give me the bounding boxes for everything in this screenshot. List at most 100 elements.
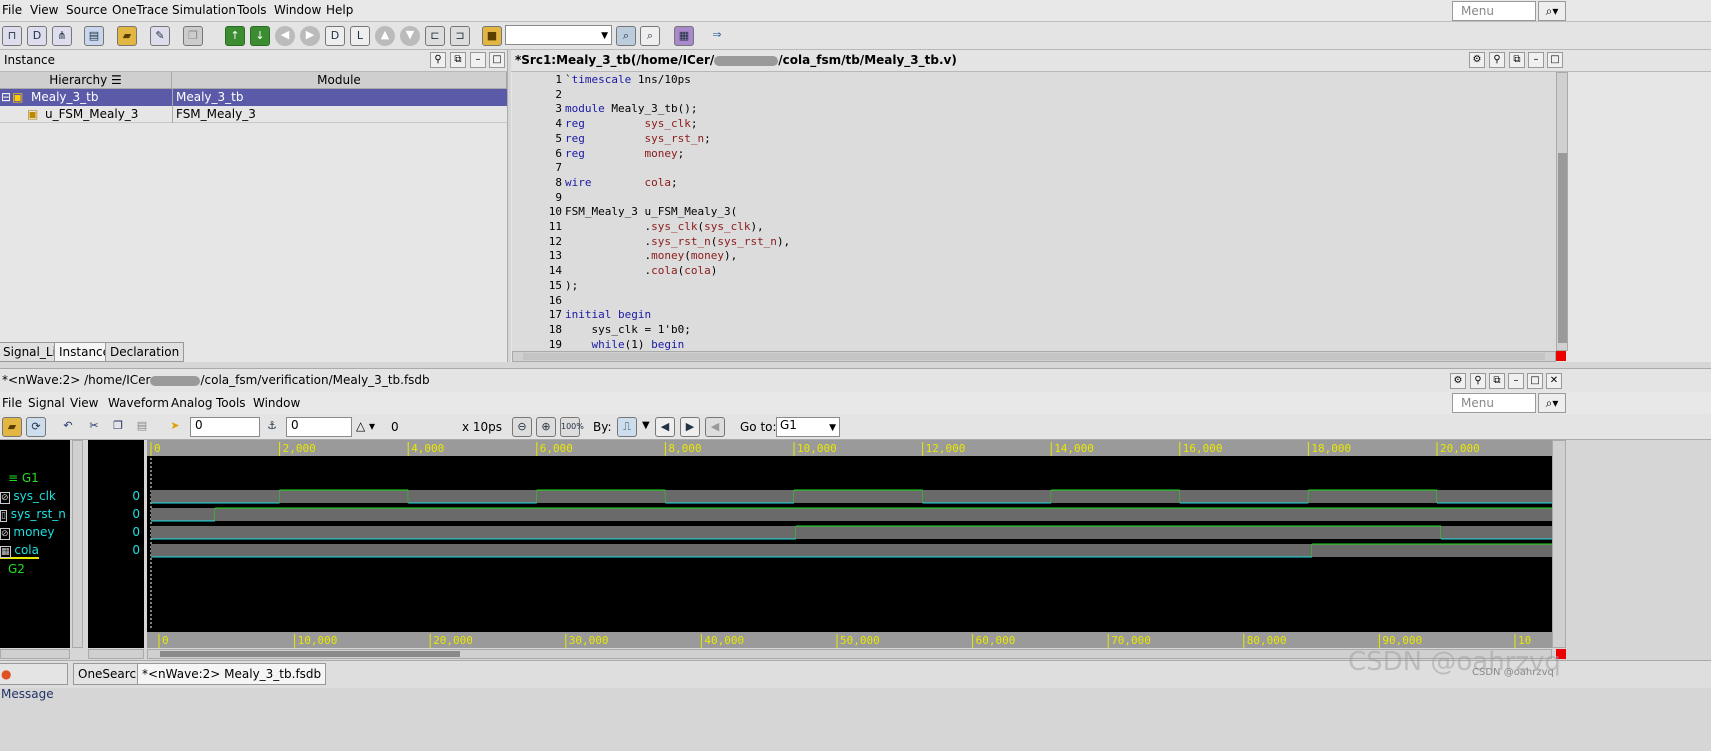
waveform-hscroll[interactable] — [147, 649, 1552, 659]
next-edge-icon[interactable]: ▶ — [680, 417, 700, 437]
find-icon[interactable]: ⌕ — [616, 26, 636, 46]
by-dropdown-icon[interactable]: ▼ — [642, 420, 650, 431]
menu-onetrace[interactable]: OneTrace — [112, 3, 168, 17]
undo-icon[interactable]: ↶ — [58, 417, 78, 437]
tab-declaration[interactable]: Declaration — [105, 342, 185, 362]
col-module[interactable]: Module — [172, 72, 507, 89]
maximize-icon[interactable]: □ — [1547, 52, 1563, 68]
wave-menu-waveform[interactable]: Waveform — [108, 396, 169, 410]
minimize-icon[interactable]: – — [470, 52, 486, 68]
menu-file[interactable]: File — [2, 3, 22, 17]
undock-icon[interactable]: ⧉ — [1509, 52, 1525, 68]
code-line[interactable]: reg sys_clk; — [565, 117, 697, 130]
group-g2[interactable]: G2 — [8, 562, 25, 576]
menu-search-icon[interactable]: ⌕▾ — [1538, 1, 1566, 21]
menu-view[interactable]: View — [30, 3, 58, 17]
maximize-icon[interactable]: □ — [489, 52, 505, 68]
prev-edge-icon[interactable]: ◀ — [655, 417, 675, 437]
signal-sys-rst-n[interactable]: ▯ sys_rst_n — [0, 507, 66, 522]
up-icon[interactable]: ▲ — [375, 26, 395, 46]
code-line[interactable]: FSM_Mealy_3 u_FSM_Mealy_3( — [565, 205, 737, 218]
code-line[interactable]: initial begin — [565, 308, 651, 321]
menu-simulation[interactable]: Simulation — [172, 3, 236, 17]
col-hierarchy[interactable]: Hierarchy ☰ — [0, 72, 172, 89]
paste-icon[interactable]: ▤ — [132, 417, 152, 437]
wave-menu-signal[interactable]: Signal — [28, 396, 65, 410]
scope-up-icon[interactable]: ⊏ — [425, 26, 445, 46]
open-folder-icon[interactable]: ▰ — [2, 417, 22, 437]
code-line[interactable]: .cola(cola) — [565, 264, 717, 277]
settings-icon[interactable]: ⚙ — [1469, 52, 1485, 68]
trace-up-icon[interactable]: ↑ — [225, 26, 245, 46]
signal-cola[interactable]: ▦ cola — [0, 543, 39, 559]
menu-window[interactable]: Window — [274, 3, 321, 17]
instance-row[interactable]: ⊟ ▣ Mealy_3_tb Mealy_3_tb — [0, 89, 507, 106]
back-arrow-icon[interactable]: ◀ — [275, 26, 295, 46]
code-line[interactable]: .sys_rst_n(sys_rst_n), — [565, 235, 790, 248]
scope-down-icon[interactable]: ⊐ — [450, 26, 470, 46]
delta-icon[interactable]: △ ▾ — [356, 419, 375, 433]
wave-menu-view[interactable]: View — [70, 396, 98, 410]
pin-icon[interactable]: ⚲ — [430, 52, 446, 68]
tab-nwave[interactable]: *<nWave:2> Mealy_3_tb.fsdb — [137, 663, 327, 685]
source-hscroll[interactable] — [512, 351, 1556, 362]
goto-select[interactable]: G1 ▼ — [776, 417, 840, 437]
properties-icon[interactable]: ▦ — [674, 26, 694, 46]
code-line[interactable]: `timescale 1ns/10ps — [565, 73, 691, 86]
signal-sys-clk[interactable]: ⊘ sys_clk — [0, 489, 56, 504]
wave-menu-search-input[interactable]: Menu — [1452, 393, 1536, 413]
wave-menu-window[interactable]: Window — [253, 396, 300, 410]
down-icon[interactable]: ▼ — [400, 26, 420, 46]
code-line[interactable]: .sys_clk(sys_clk), — [565, 220, 763, 233]
pin-icon[interactable]: ⚲ — [1489, 52, 1505, 68]
driver-icon[interactable]: D — [325, 26, 345, 46]
marker-time-input[interactable]: 0 — [286, 417, 352, 437]
undock-icon[interactable]: ⧉ — [1489, 373, 1505, 389]
collapse-icon[interactable]: ⊟ — [1, 89, 11, 106]
hierarchy-icon[interactable]: ⋔ — [52, 26, 72, 46]
undock-icon[interactable]: ⧉ — [450, 52, 466, 68]
toolbar-search-combo[interactable]: ▼ — [505, 25, 612, 45]
signal-name-vscroll[interactable] — [72, 440, 83, 648]
search-by-icon[interactable]: ⎍ — [617, 417, 637, 437]
signal-money[interactable]: ⊘ money — [0, 525, 55, 540]
menu-tools[interactable]: Tools — [237, 3, 267, 17]
name-hscroll[interactable] — [0, 649, 70, 659]
code-line[interactable]: ); — [565, 279, 578, 292]
cut-icon[interactable]: ✂ — [84, 417, 104, 437]
source-code-view[interactable]: 1 `timescale 1ns/10ps 2 3 module Mealy_3_tb(… — [512, 72, 1556, 351]
waveform-vscroll[interactable] — [1552, 440, 1566, 648]
zoom-in-icon[interactable]: ⊕ — [536, 417, 556, 437]
reload-icon[interactable]: ⟳ — [26, 417, 46, 437]
code-line[interactable]: reg sys_rst_n; — [565, 132, 711, 145]
tab-message[interactable]: ● Message — [0, 663, 68, 701]
wave-menu-analog[interactable]: Analog — [171, 396, 212, 410]
code-line[interactable]: module Mealy_3_tb(); — [565, 102, 697, 115]
wave-menu-search-icon[interactable]: ⌕▾ — [1538, 393, 1566, 413]
open-folder-icon[interactable]: ▰ — [117, 26, 137, 46]
find-next-icon[interactable]: ⌕ — [640, 26, 660, 46]
trace-down-icon[interactable]: ↓ — [250, 26, 270, 46]
stop-icon[interactable]: ◀ — [705, 417, 725, 437]
bookmark-icon[interactable]: ■ — [482, 26, 502, 46]
copy-icon[interactable]: ❐ — [183, 26, 203, 46]
menu-search-input[interactable]: Menu — [1452, 1, 1536, 21]
code-line[interactable]: wire cola; — [565, 176, 678, 189]
waveform-icon[interactable]: ⊓ — [2, 26, 22, 46]
instance-row[interactable]: ▣ u_FSM_Mealy_3 FSM_Mealy_3 — [0, 106, 507, 123]
load-icon[interactable]: L — [350, 26, 370, 46]
zoom-fit-icon[interactable]: 100% — [560, 417, 584, 437]
code-line[interactable]: .money(money), — [565, 249, 737, 262]
forward-arrow-icon[interactable]: ▶ — [300, 26, 320, 46]
close-icon[interactable]: ✕ — [1546, 373, 1562, 389]
edit-icon[interactable]: ✎ — [150, 26, 170, 46]
wave-menu-tools[interactable]: Tools — [216, 396, 246, 410]
marker-icon[interactable]: ⚓ — [262, 417, 282, 437]
source-vscroll[interactable] — [1556, 72, 1568, 351]
settings-icon[interactable]: ⚙ — [1450, 373, 1466, 389]
waveform-pane[interactable]: 0 2,000 4,000 6,000 8,000 10,000 12,000 14,000 1… — [147, 440, 1552, 648]
schematic-icon[interactable]: D — [27, 26, 47, 46]
cursor-icon[interactable]: ➤ — [165, 417, 185, 437]
code-line[interactable]: reg money; — [565, 147, 684, 160]
menu-help[interactable]: Help — [326, 3, 353, 17]
